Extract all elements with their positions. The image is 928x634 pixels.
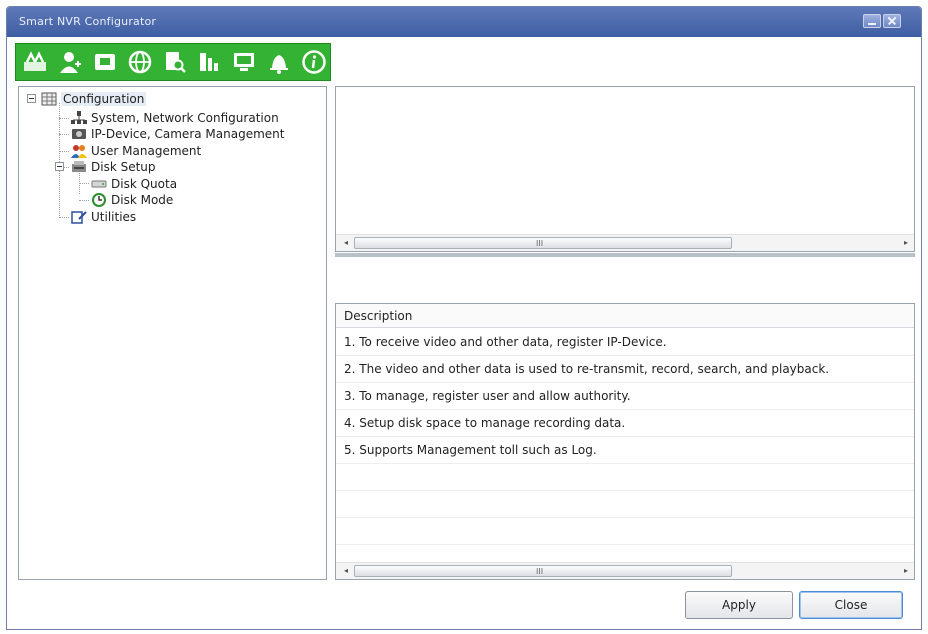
utilities-icon xyxy=(71,210,87,224)
scroll-left-arrow-icon[interactable]: ◂ xyxy=(338,235,354,251)
tree-item-disk-quota[interactable]: Disk Quota xyxy=(91,176,177,192)
info-button[interactable] xyxy=(298,46,330,78)
description-row[interactable]: 2. The video and other data is used to r… xyxy=(336,356,914,383)
minimize-button[interactable] xyxy=(863,14,881,28)
description-row-empty xyxy=(336,518,914,545)
tree-item-system-network[interactable]: System, Network Configuration xyxy=(71,110,279,126)
monitor-icon xyxy=(234,53,255,71)
apply-button[interactable]: Apply xyxy=(685,591,793,619)
description-row[interactable]: 3. To manage, register user and allow au… xyxy=(336,383,914,410)
user-button[interactable] xyxy=(54,46,86,78)
tree-label: Utilities xyxy=(91,210,137,224)
description-row-empty xyxy=(336,491,914,518)
description-row[interactable]: 1. To receive video and other data, regi… xyxy=(336,329,914,356)
close-button[interactable]: Close xyxy=(799,591,903,619)
bottom-horizontal-scrollbar[interactable]: ◂ III ▸ xyxy=(336,562,914,579)
detail-list-panel: ◂ III ▸ xyxy=(335,86,915,252)
info-icon xyxy=(302,50,326,74)
tree-item-disk-mode[interactable]: Disk Mode xyxy=(91,192,173,208)
top-horizontal-scrollbar[interactable]: ◂ III ▸ xyxy=(336,234,914,251)
disk-mode-icon xyxy=(91,193,107,207)
description-row[interactable]: 5. Supports Management toll such as Log. xyxy=(336,437,914,464)
bell-icon xyxy=(270,55,289,74)
toolbar xyxy=(15,43,331,81)
monitor-button[interactable] xyxy=(228,46,260,78)
tree-label-configuration: Configuration xyxy=(61,92,147,106)
network-button[interactable] xyxy=(124,46,156,78)
camera-icon xyxy=(71,127,87,141)
tree-label: Disk Setup xyxy=(91,160,156,174)
panel-splitter[interactable] xyxy=(335,253,915,257)
chart-button[interactable] xyxy=(193,46,225,78)
scroll-thumb[interactable]: III xyxy=(354,237,732,249)
hard-disk-icon xyxy=(91,177,107,191)
device-register-button[interactable] xyxy=(19,46,51,78)
window-close-button[interactable] xyxy=(883,14,901,28)
description-row-empty xyxy=(336,464,914,491)
configuration-tree: Configuration System, Network Configurat… xyxy=(27,91,317,231)
tree-label: Disk Quota xyxy=(111,177,178,191)
user-icon xyxy=(59,52,81,73)
tree-label: System, Network Configuration xyxy=(91,111,279,125)
scroll-grip: III xyxy=(536,239,544,248)
config-grid-icon xyxy=(41,92,57,106)
description-panel: Description 1. To receive video and othe… xyxy=(335,303,915,580)
window-title: Smart NVR Configurator xyxy=(19,15,157,28)
search-file-icon xyxy=(165,52,186,73)
expand-configuration-toggle[interactable] xyxy=(27,94,36,103)
main-window: Smart NVR Configurator Configuration Sys… xyxy=(6,6,922,630)
tree-item-ip-device[interactable]: IP-Device, Camera Management xyxy=(71,126,284,142)
description-row[interactable]: 4. Setup disk space to manage recording … xyxy=(336,410,914,437)
folder-button[interactable] xyxy=(89,46,121,78)
description-header[interactable]: Description xyxy=(336,304,914,328)
scroll-right-arrow-icon[interactable]: ▸ xyxy=(898,563,914,579)
device-register-icon xyxy=(23,51,46,71)
tree-item-utilities[interactable]: Utilities xyxy=(71,209,136,225)
tree-label: User Management xyxy=(91,144,202,158)
tree-panel: Configuration System, Network Configurat… xyxy=(18,86,327,580)
users-icon xyxy=(71,144,87,158)
network-node-icon xyxy=(71,111,87,125)
chart-icon xyxy=(200,53,219,71)
title-bar[interactable]: Smart NVR Configurator xyxy=(7,7,921,37)
scroll-left-arrow-icon[interactable]: ◂ xyxy=(338,563,354,579)
scroll-grip: III xyxy=(536,567,544,576)
scroll-thumb[interactable]: III xyxy=(354,565,732,577)
tree-item-configuration[interactable]: Configuration xyxy=(41,91,147,107)
tree-label: Disk Mode xyxy=(111,193,174,207)
network-globe-icon xyxy=(128,50,151,74)
disk-setup-icon xyxy=(71,160,87,174)
scroll-right-arrow-icon[interactable]: ▸ xyxy=(898,235,914,251)
tree-item-user-management[interactable]: User Management xyxy=(71,143,201,159)
alarm-button[interactable] xyxy=(263,46,295,78)
search-file-button[interactable] xyxy=(159,46,191,78)
tree-item-disk-setup[interactable]: Disk Setup xyxy=(71,159,156,175)
expand-disk-setup-toggle[interactable] xyxy=(55,162,64,171)
folder-icon xyxy=(94,54,115,70)
tree-label: IP-Device, Camera Management xyxy=(91,127,285,141)
